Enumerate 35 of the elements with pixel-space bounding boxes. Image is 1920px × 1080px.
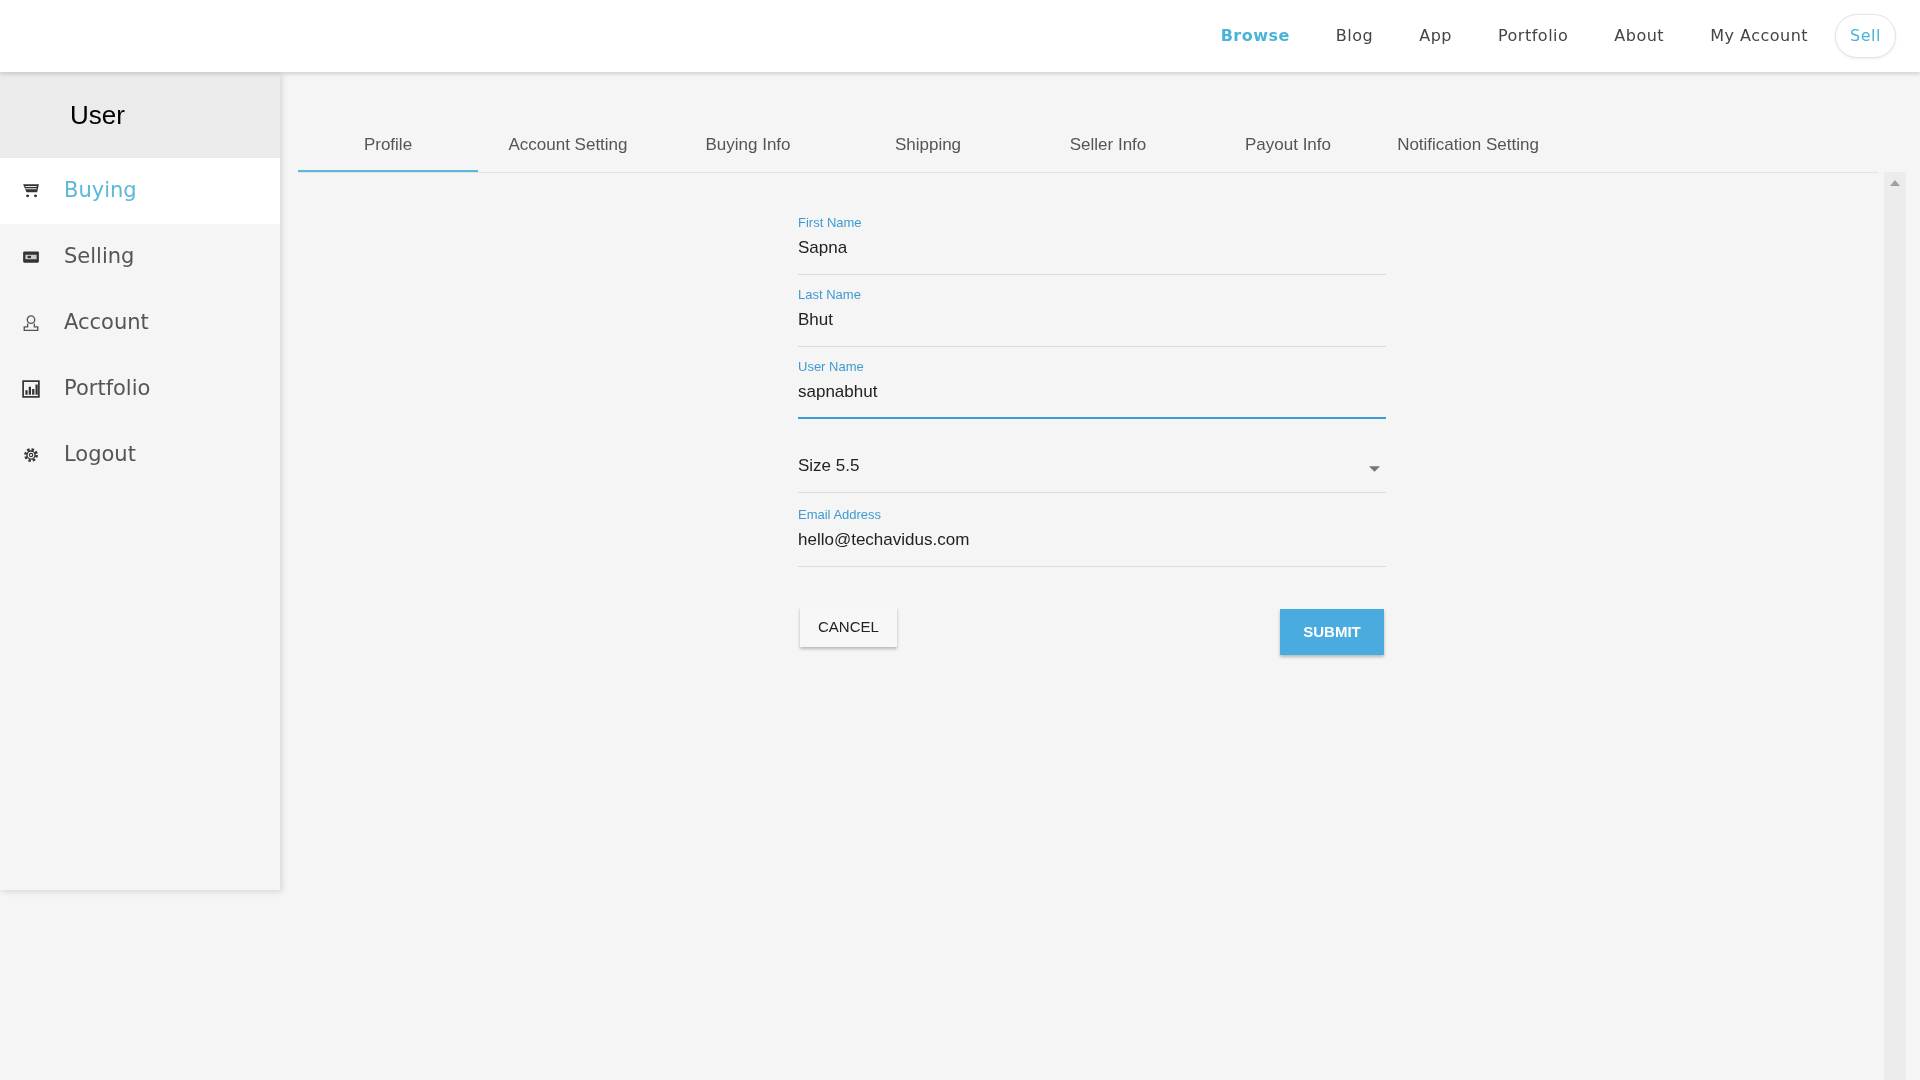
cancel-button[interactable]: CANCEL — [800, 607, 897, 647]
tab[interactable]: Account Setting — [478, 120, 658, 172]
field-label: First Name — [798, 215, 863, 231]
card-icon — [22, 248, 40, 266]
sidebar-item[interactable]: Portfolio — [0, 356, 280, 422]
field-label: Email Address — [798, 507, 883, 523]
tab[interactable]: Buying Info — [658, 120, 838, 172]
sidebar-item[interactable]: Account — [0, 290, 280, 356]
size-dropdown[interactable]: Size 5.5 — [798, 419, 1386, 493]
text-field[interactable]: Email Address hello@techavidus.com — [798, 495, 1386, 567]
sidebar-item[interactable]: Selling — [0, 224, 280, 290]
nav-link[interactable]: Portfolio — [1479, 16, 1588, 56]
nav-link[interactable]: Blog — [1316, 16, 1393, 56]
tab[interactable]: Seller Info — [1018, 120, 1198, 172]
settings-icon — [22, 446, 40, 464]
tab[interactable]: Notification Setting — [1378, 120, 1558, 172]
caret-icon — [1369, 466, 1380, 472]
field-label: Last Name — [798, 287, 862, 303]
person-icon — [22, 314, 40, 332]
sidebar-item[interactable]: Logout — [0, 422, 280, 488]
tab[interactable]: Shipping — [838, 120, 1018, 172]
text-field[interactable]: Last Name Bhut — [798, 275, 1386, 347]
text-field[interactable]: First Name Sapna — [798, 203, 1386, 275]
tab[interactable]: Profile — [298, 120, 478, 172]
tab[interactable]: Payout Info — [1198, 120, 1378, 172]
nav-link[interactable]: My Account — [1691, 16, 1828, 56]
scroll-up-icon[interactable] — [1890, 180, 1900, 186]
cart-icon — [22, 182, 40, 200]
nav-link[interactable]: About — [1595, 16, 1684, 56]
bar-chart-icon — [22, 380, 40, 398]
text-field[interactable]: User Name sapnabhut — [798, 347, 1386, 419]
sidebar-title: User — [70, 98, 125, 132]
nav-link[interactable]: App — [1400, 16, 1471, 56]
scrollbar[interactable] — [1884, 172, 1906, 1080]
field-label: User Name — [798, 359, 865, 375]
